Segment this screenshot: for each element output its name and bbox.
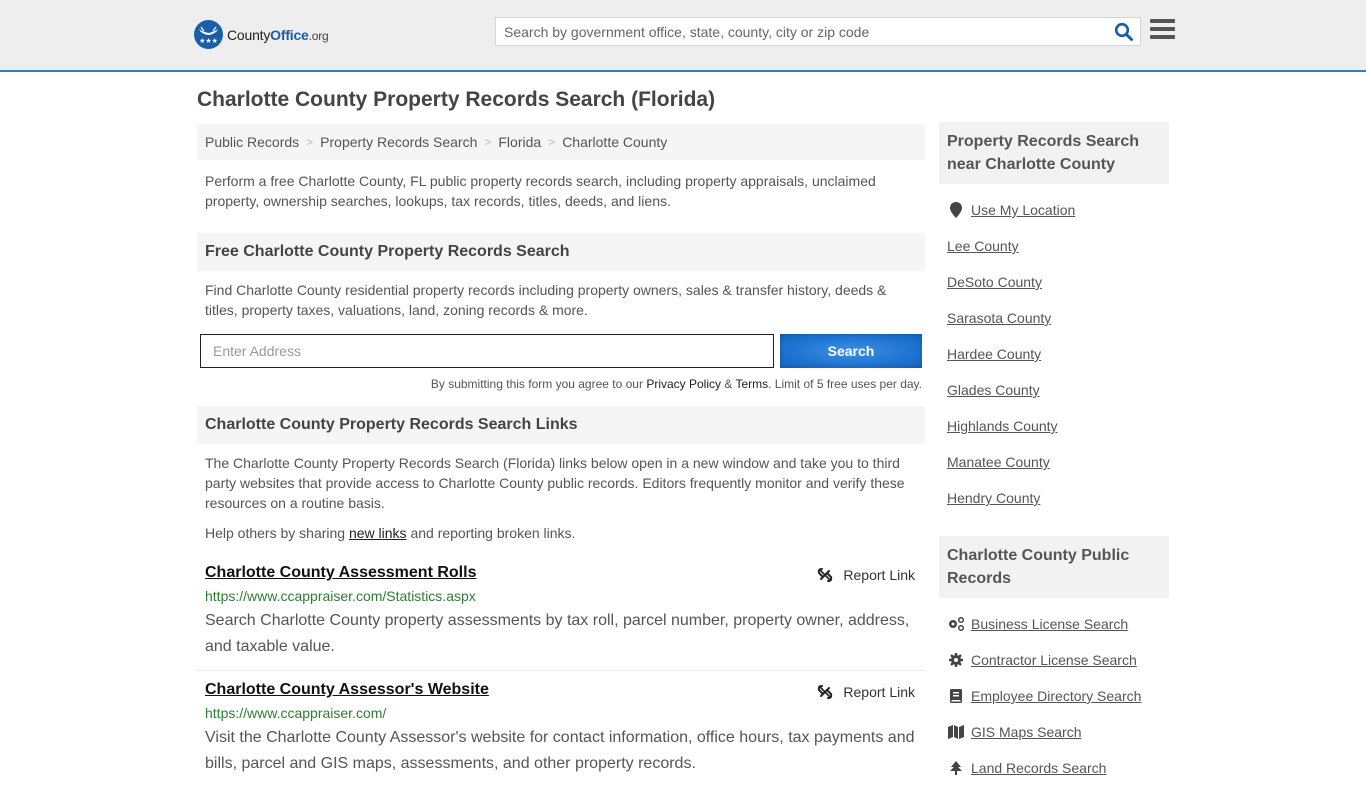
hamburger-menu-icon[interactable]	[1150, 19, 1175, 41]
resource-link-title[interactable]: Charlotte County Assessment Rolls	[205, 564, 476, 581]
global-search	[495, 17, 1141, 46]
public-record-link[interactable]: Land Records Search	[971, 760, 1106, 776]
logo-county: County	[227, 26, 271, 43]
nearby-county-item: Highlands County	[947, 408, 1169, 444]
public-records-list: Business License Search Contractor Licen…	[939, 598, 1169, 786]
address-search-form: Search	[197, 334, 925, 368]
help-text: Help others by sharing new links and rep…	[197, 523, 925, 543]
public-records-heading: Charlotte County Public Records	[939, 536, 1169, 598]
terms-prefix: By submitting this form you agree to our	[430, 377, 647, 391]
new-links-link[interactable]: new links	[349, 525, 407, 541]
report-link-label: Report Link	[843, 684, 915, 700]
eagle-logo-icon: ★★★	[194, 20, 223, 49]
nearby-county-item: Manatee County	[947, 444, 1169, 480]
breadcrumb: Public Records > Property Records Search…	[197, 124, 925, 160]
public-record-link[interactable]: GIS Maps Search	[971, 724, 1082, 740]
resource-link-url: https://www.ccappraiser.com/Statistics.a…	[205, 588, 476, 604]
nearby-list: Use My Location Lee County DeSoto County…	[939, 184, 1169, 516]
report-link-label: Report Link	[843, 567, 915, 583]
use-my-location-link[interactable]: Use My Location	[971, 202, 1075, 218]
global-search-input[interactable]	[496, 18, 1106, 45]
nearby-county-item: Hendry County	[947, 480, 1169, 516]
map-icon	[947, 724, 965, 740]
main-content: Public Records > Property Records Search…	[197, 124, 925, 777]
nearby-county-link[interactable]: Hardee County	[947, 346, 1041, 362]
public-record-item: Employee Directory Search	[947, 678, 1169, 714]
resource-link-title[interactable]: Charlotte County Assessor's Website	[205, 681, 489, 698]
nearby-county-link[interactable]: Lee County	[947, 238, 1019, 254]
logo-org: .org	[308, 28, 329, 43]
public-record-link[interactable]: Business License Search	[971, 616, 1128, 632]
terms-notice: By submitting this form you agree to our…	[197, 377, 925, 391]
resource-link-item: Charlotte County Assessor's Website Repo…	[197, 681, 925, 777]
search-icon[interactable]	[1114, 22, 1134, 42]
book-icon	[947, 688, 965, 704]
nearby-county-item: Lee County	[947, 228, 1169, 264]
site-logo[interactable]: ★★★ CountyOffice.org	[194, 20, 329, 49]
intro-text: Perform a free Charlotte County, FL publ…	[205, 173, 876, 209]
breadcrumb-current: Charlotte County	[562, 134, 668, 150]
free-search-heading: Free Charlotte County Property Records S…	[197, 233, 925, 271]
nearby-county-link[interactable]: Hendry County	[947, 490, 1040, 506]
resource-link-description: Visit the Charlotte County Assessor's we…	[205, 729, 915, 772]
resource-link-url: https://www.ccappraiser.com/	[205, 705, 387, 721]
gear-icon	[947, 652, 965, 668]
nearby-county-item: DeSoto County	[947, 264, 1169, 300]
logo-office: Office	[270, 26, 309, 43]
nearby-county-item: Glades County	[947, 372, 1169, 408]
top-header: ★★★ CountyOffice.org	[0, 0, 1366, 72]
links-section-description: The Charlotte County Property Records Se…	[205, 455, 905, 511]
address-input[interactable]	[200, 334, 774, 368]
free-search-description: Find Charlotte County residential proper…	[205, 282, 887, 318]
nearby-county-item: Hardee County	[947, 336, 1169, 372]
public-record-item: Business License Search	[947, 606, 1169, 642]
terms-amp: &	[721, 377, 736, 391]
breadcrumb-public-records[interactable]: Public Records	[205, 134, 299, 150]
nearby-county-link[interactable]: Highlands County	[947, 418, 1058, 434]
logo-text: CountyOffice.org	[227, 27, 329, 43]
public-record-item: Contractor License Search	[947, 642, 1169, 678]
page-title: Charlotte County Property Records Search…	[197, 88, 716, 111]
gears-icon	[947, 616, 965, 632]
nearby-county-link[interactable]: Manatee County	[947, 454, 1050, 470]
resource-link-description: Search Charlotte County property assessm…	[205, 612, 910, 655]
terms-suffix: . Limit of 5 free uses per day.	[768, 377, 922, 391]
resource-link-item: Charlotte County Assessment Rolls Report…	[197, 564, 925, 671]
broken-link-icon	[818, 568, 833, 582]
privacy-policy-link[interactable]: Privacy Policy	[646, 377, 721, 391]
tree-icon	[947, 760, 965, 776]
public-record-item: Land Records Search	[947, 750, 1169, 786]
broken-link-icon	[818, 685, 833, 699]
map-marker-icon	[947, 202, 965, 218]
help-suffix: and reporting broken links.	[406, 525, 576, 541]
breadcrumb-property-records-search[interactable]: Property Records Search	[320, 134, 477, 150]
report-link-button[interactable]: Report Link	[817, 567, 915, 583]
breadcrumb-separator: >	[484, 135, 492, 149]
nearby-county-item: Sarasota County	[947, 300, 1169, 336]
nearby-county-link[interactable]: DeSoto County	[947, 274, 1042, 290]
terms-link[interactable]: Terms	[735, 377, 768, 391]
public-record-link[interactable]: Employee Directory Search	[971, 688, 1141, 704]
public-record-link[interactable]: Contractor License Search	[971, 652, 1137, 668]
public-record-item: GIS Maps Search	[947, 714, 1169, 750]
help-prefix: Help others by sharing	[205, 525, 349, 541]
sidebar: Property Records Search near Charlotte C…	[939, 122, 1169, 786]
nearby-county-link[interactable]: Glades County	[947, 382, 1040, 398]
nearby-heading: Property Records Search near Charlotte C…	[939, 122, 1169, 184]
report-link-button[interactable]: Report Link	[817, 684, 915, 700]
nearby-county-link[interactable]: Sarasota County	[947, 310, 1051, 326]
address-search-button[interactable]: Search	[780, 334, 922, 368]
svg-text:★★★: ★★★	[199, 37, 218, 45]
use-my-location-item: Use My Location	[947, 192, 1169, 228]
breadcrumb-florida[interactable]: Florida	[498, 134, 541, 150]
breadcrumb-separator: >	[548, 135, 556, 149]
breadcrumb-separator: >	[306, 135, 314, 149]
links-section-heading: Charlotte County Property Records Search…	[197, 406, 925, 444]
